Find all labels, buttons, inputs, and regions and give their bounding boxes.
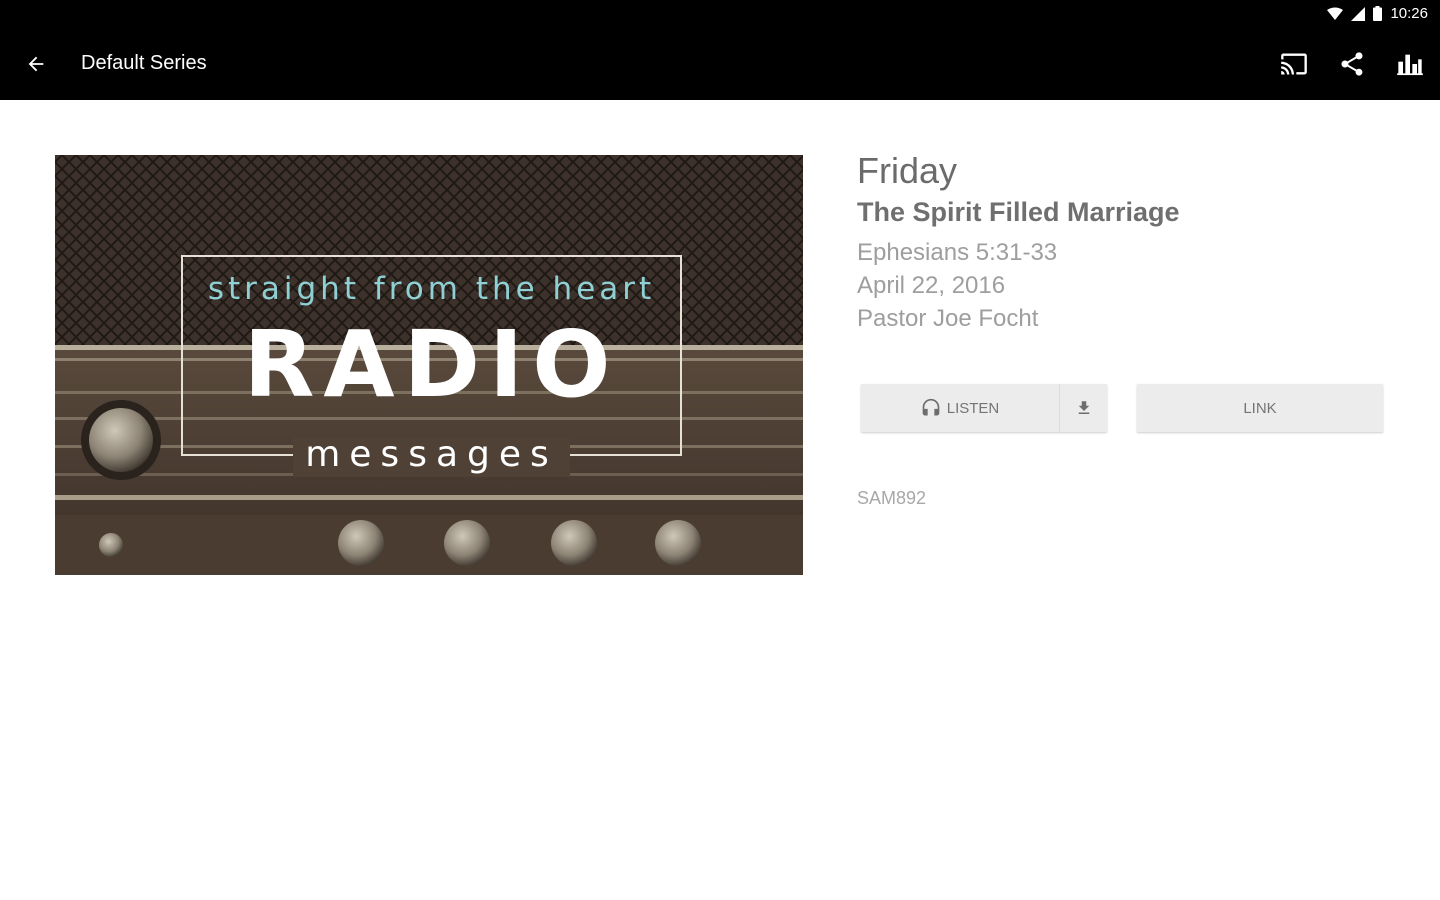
cast-button[interactable]: [1272, 42, 1316, 86]
message-actions: LISTEN LINK: [861, 384, 1383, 432]
wifi-icon: [1327, 7, 1344, 20]
app-bar-title: Default Series: [81, 52, 207, 74]
artwork-radio: RADIO: [243, 311, 620, 418]
artwork-tagline: straight from the heart: [207, 271, 656, 307]
app-bar: Default Series: [0, 28, 1440, 100]
download-button[interactable]: [1059, 384, 1107, 432]
message-title: The Spirit Filled Marriage: [857, 197, 1180, 227]
back-button[interactable]: [16, 44, 56, 84]
share-button[interactable]: [1330, 42, 1374, 86]
listen-label: LISTEN: [946, 399, 1000, 417]
message-info: Friday The Spirit Filled Marriage Ephesi…: [857, 150, 1397, 335]
artwork-messages-text: messages: [293, 437, 570, 477]
message-scripture: Ephesians 5:31-33: [857, 239, 1058, 266]
back-arrow-icon: [28, 56, 44, 72]
status-time: 10:26: [1390, 5, 1428, 22]
listen-button[interactable]: LISTEN: [861, 384, 1059, 432]
battery-icon: [1373, 6, 1383, 21]
stats-button[interactable]: [1388, 42, 1432, 86]
message-day: Friday: [857, 150, 958, 191]
download-icon: [1078, 401, 1089, 414]
status-bar: 10:26: [0, 0, 1440, 28]
link-button[interactable]: LINK: [1137, 384, 1383, 432]
share-icon: [1341, 52, 1363, 76]
headphones-icon: [922, 398, 940, 416]
listen-group: LISTEN: [861, 384, 1107, 432]
app-bar-actions: [1272, 42, 1432, 86]
artwork-messages: messages: [182, 437, 681, 477]
signal-icon: [1351, 6, 1366, 21]
cast-icon: [1281, 53, 1307, 75]
status-icons: 10:26: [1327, 5, 1428, 22]
message-date: April 22, 2016: [857, 272, 1006, 299]
bar-chart-icon: [1397, 54, 1423, 76]
message-speaker: Pastor Joe Focht: [857, 305, 1039, 332]
message-code: SAM892: [857, 488, 927, 508]
series-artwork: straight from the heart RADIO messages: [55, 155, 803, 575]
